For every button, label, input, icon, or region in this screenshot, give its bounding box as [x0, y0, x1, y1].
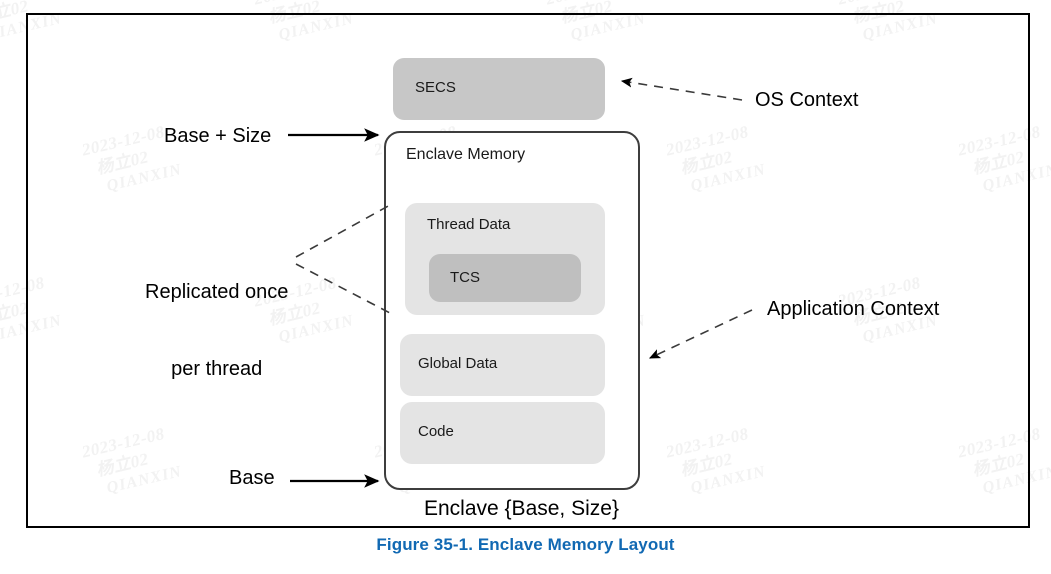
label-enclave-base-size: Enclave {Base, Size}	[424, 497, 619, 520]
label-base-plus-size: Base + Size	[164, 125, 272, 147]
figure-canvas: 2023-12-08杨立02QIANXIN2023-12-08杨立02QIANX…	[0, 0, 1051, 574]
secs-box[interactable]: SECS	[393, 58, 605, 120]
figure-caption: Figure 35-1. Enclave Memory Layout	[376, 535, 675, 554]
label-replicated-line2: per thread	[171, 357, 263, 380]
secs-box-label: SECS	[415, 79, 456, 96]
tcs-label: TCS	[450, 269, 480, 286]
label-replicated-line1: Replicated once	[145, 281, 289, 304]
global-data-label: Global Data	[418, 355, 498, 372]
tcs-box[interactable]: TCS	[429, 254, 581, 302]
label-base: Base	[229, 467, 275, 489]
code-label: Code	[418, 423, 454, 440]
enclave-memory-label: Enclave Memory	[406, 146, 526, 163]
thread-data-label: Thread Data	[427, 216, 511, 233]
label-application-context: Application Context	[767, 298, 940, 320]
code-box[interactable]: Code	[400, 402, 605, 464]
label-replicated-once-per-thread: Replicated once per thread	[145, 229, 288, 434]
label-os-context: OS Context	[755, 89, 859, 111]
global-data-box[interactable]: Global Data	[400, 334, 605, 396]
